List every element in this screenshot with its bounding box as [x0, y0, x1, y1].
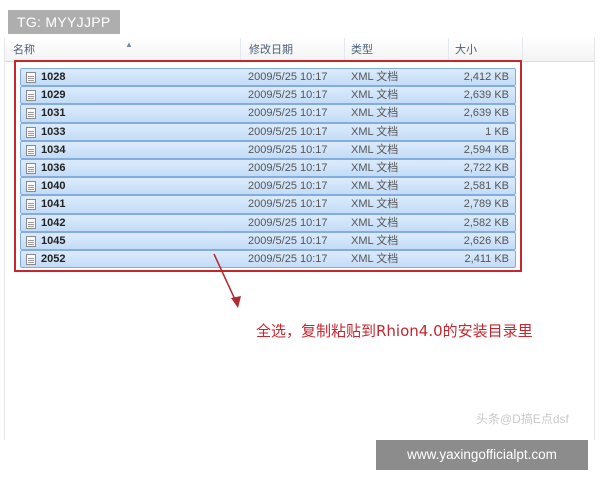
file-type: XML 文档: [351, 252, 399, 265]
file-name: 2052: [41, 252, 66, 265]
file-row[interactable]: 1031 2009/5/25 10:17 XML 文档 2,639 KB: [20, 104, 516, 123]
xml-file-icon: [26, 199, 36, 211]
file-row[interactable]: 1029 2009/5/25 10:17 XML 文档 2,639 KB: [20, 86, 516, 105]
xml-file-icon: [26, 181, 36, 193]
sort-up-icon: ▲: [125, 40, 133, 49]
file-name: 1045: [41, 234, 66, 247]
xml-file-icon: [26, 108, 36, 120]
file-size: 2,594 KB: [463, 143, 509, 156]
file-date: 2009/5/25 10:17: [248, 252, 328, 265]
column-header-size[interactable]: 大小: [451, 38, 523, 62]
file-date: 2009/5/25 10:17: [248, 143, 328, 156]
file-type: XML 文档: [351, 180, 399, 193]
file-name: 1033: [41, 125, 66, 138]
xml-file-icon: [26, 144, 36, 156]
column-header-date[interactable]: 修改日期: [245, 38, 345, 62]
file-date: 2009/5/25 10:17: [248, 125, 328, 138]
xml-file-icon: [26, 217, 36, 229]
file-type: XML 文档: [351, 234, 399, 247]
file-row[interactable]: 1045 2009/5/25 10:17 XML 文档 2,626 KB: [20, 231, 516, 250]
file-row[interactable]: 1034 2009/5/25 10:17 XML 文档 2,594 KB: [20, 140, 516, 159]
file-size: 2,626 KB: [463, 234, 509, 247]
file-list: 1028 2009/5/25 10:17 XML 文档 2,412 KB 1029 200…: [20, 68, 516, 269]
file-size: 2,789 KB: [463, 198, 509, 211]
file-type: XML 文档: [351, 143, 399, 156]
xml-file-icon: [26, 162, 36, 174]
file-row[interactable]: 1041 2009/5/25 10:17 XML 文档 2,789 KB: [20, 195, 516, 214]
column-header-type[interactable]: 类型: [347, 38, 449, 62]
file-row[interactable]: 1036 2009/5/25 10:17 XML 文档 2,722 KB: [20, 158, 516, 178]
file-size: 1 KB: [485, 125, 509, 138]
xml-file-icon: [26, 126, 36, 138]
file-size: 2,639 KB: [463, 107, 509, 120]
column-header-bar: 名称 ▲ 修改日期 类型 大小: [5, 38, 594, 62]
file-type: XML 文档: [351, 161, 399, 174]
file-name: 1041: [41, 198, 66, 211]
file-type: XML 文档: [351, 107, 399, 120]
file-date: 2009/5/25 10:17: [248, 216, 328, 229]
file-size: 2,412 KB: [463, 71, 509, 83]
file-name: 1028: [41, 71, 66, 83]
file-type: XML 文档: [351, 198, 399, 211]
file-row[interactable]: 1042 2009/5/25 10:17 XML 文档 2,582 KB: [20, 213, 516, 232]
file-name: 1034: [41, 143, 66, 156]
watermark-bottom-right: www.yaxingofficialpt.com: [376, 440, 588, 470]
file-name: 1040: [41, 180, 66, 193]
file-name: 1036: [41, 161, 66, 174]
instruction-annotation: 全选，复制粘贴到Rhion4.0的安装目录里: [256, 322, 533, 340]
file-size: 2,581 KB: [463, 180, 509, 193]
file-type: XML 文档: [351, 125, 399, 138]
file-name: 1031: [41, 107, 66, 120]
file-type: XML 文档: [351, 89, 399, 102]
xml-file-icon: [26, 235, 36, 247]
file-date: 2009/5/25 10:17: [248, 71, 328, 83]
file-date: 2009/5/25 10:17: [248, 161, 328, 174]
file-row[interactable]: 1033 2009/5/25 10:17 XML 文档 1 KB: [20, 122, 516, 141]
file-date: 2009/5/25 10:17: [248, 198, 328, 211]
credit-watermark: 头条@D搞E点dsf: [476, 412, 569, 426]
file-name: 1029: [41, 89, 66, 102]
file-type: XML 文档: [351, 71, 399, 83]
watermark-top-left: TG: MYYJJPP: [8, 10, 120, 34]
xml-file-icon: [26, 72, 36, 83]
file-name: 1042: [41, 216, 66, 229]
file-size: 2,411 KB: [464, 252, 509, 265]
file-date: 2009/5/25 10:17: [248, 180, 328, 193]
file-size: 2,639 KB: [463, 89, 509, 102]
file-date: 2009/5/25 10:17: [248, 234, 328, 247]
file-size: 2,582 KB: [463, 216, 509, 229]
file-date: 2009/5/25 10:17: [248, 107, 328, 120]
file-row[interactable]: 2052 2009/5/25 10:17 XML 文档 2,411 KB: [20, 249, 516, 269]
file-row[interactable]: 1028 2009/5/25 10:17 XML 文档 2,412 KB: [20, 68, 516, 87]
xml-file-icon: [26, 253, 36, 265]
file-row[interactable]: 1040 2009/5/25 10:17 XML 文档 2,581 KB: [20, 177, 516, 196]
file-size: 2,722 KB: [463, 161, 509, 174]
file-date: 2009/5/25 10:17: [248, 89, 328, 102]
file-type: XML 文档: [351, 216, 399, 229]
xml-file-icon: [26, 90, 36, 102]
